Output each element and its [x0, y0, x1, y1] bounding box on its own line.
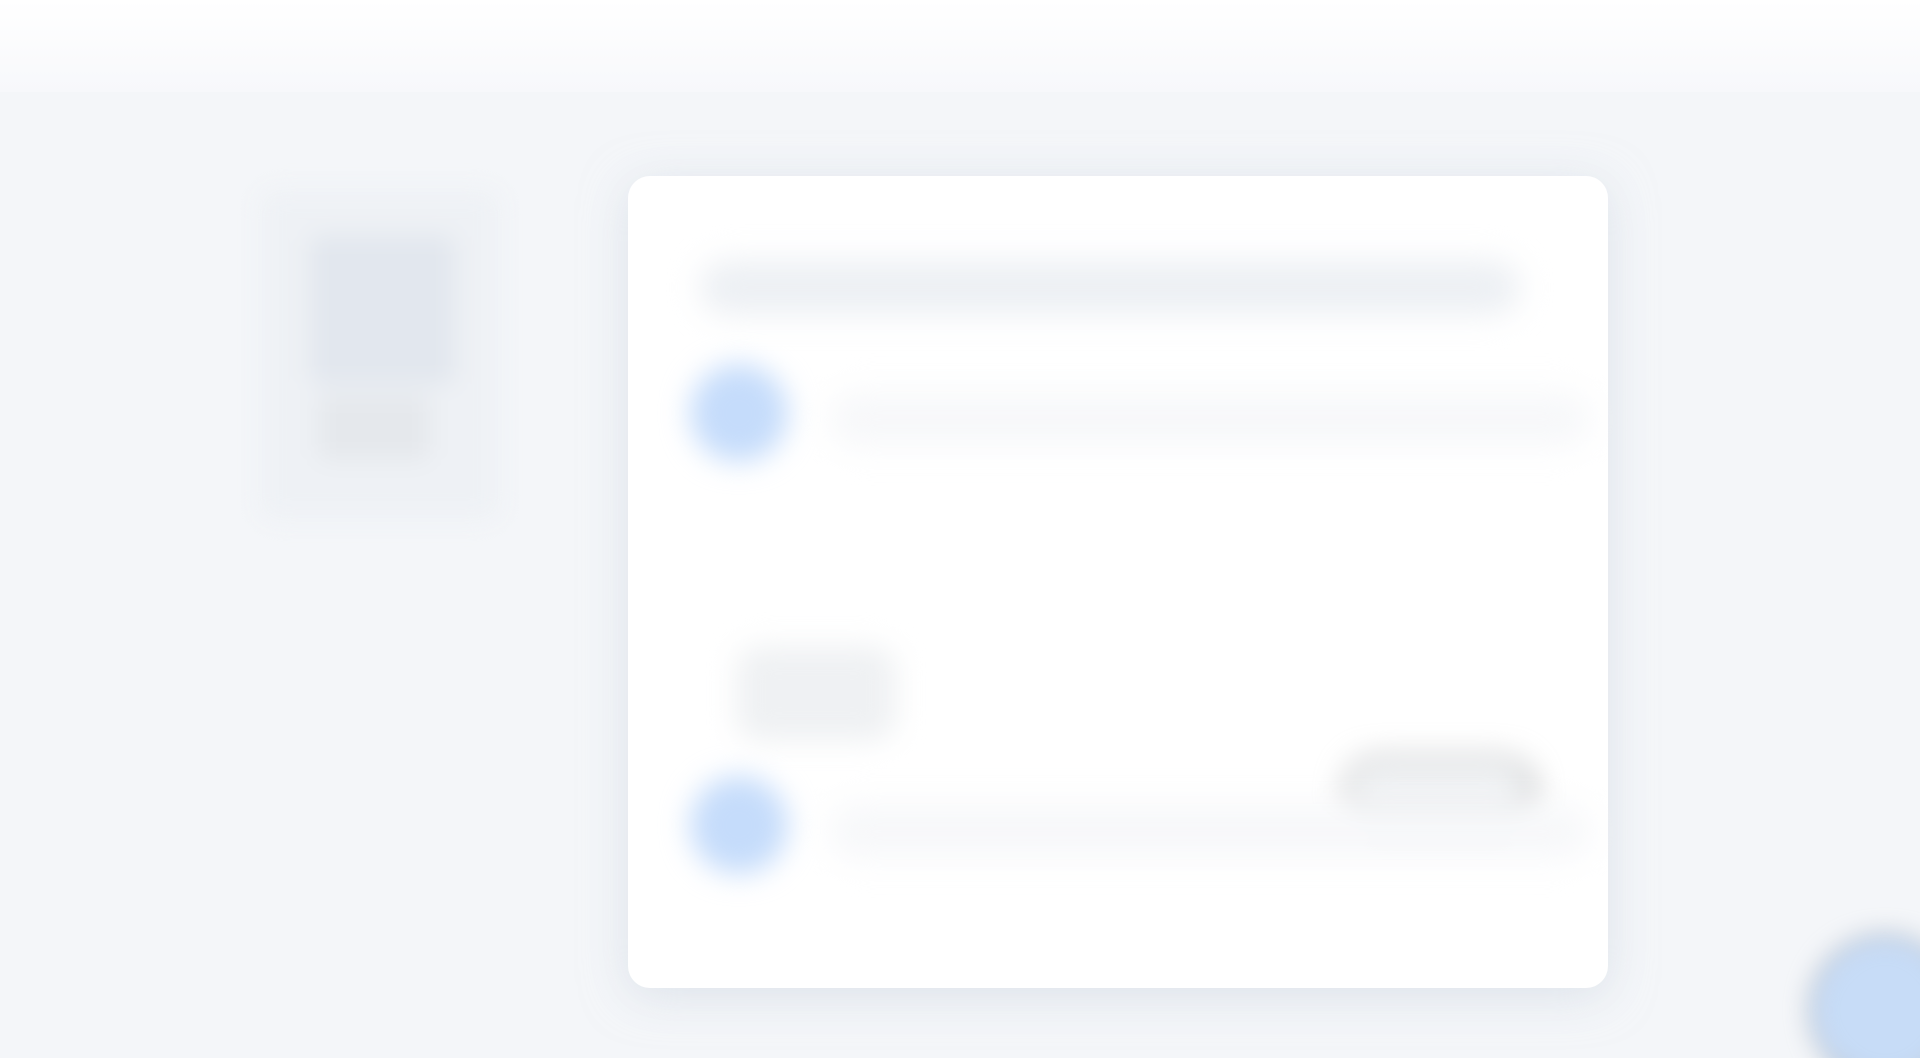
app-screen — [0, 0, 1920, 1058]
second-content-row — [690, 776, 1590, 896]
side-panel-upper-placeholder — [310, 235, 455, 385]
blue-circle-icon — [690, 776, 788, 874]
first-row-placeholder — [830, 392, 1590, 447]
side-panel-lower-placeholder — [318, 395, 430, 460]
blue-circle-icon — [690, 364, 788, 462]
first-content-row — [690, 364, 1590, 484]
card-header-placeholder — [700, 260, 1520, 315]
second-row-placeholder — [830, 804, 1590, 859]
main-content-card — [628, 176, 1608, 988]
floating-action-button[interactable] — [1810, 935, 1920, 1058]
middle-content-placeholder — [736, 646, 896, 741]
top-bar — [0, 0, 1920, 92]
left-side-panel — [260, 190, 500, 520]
